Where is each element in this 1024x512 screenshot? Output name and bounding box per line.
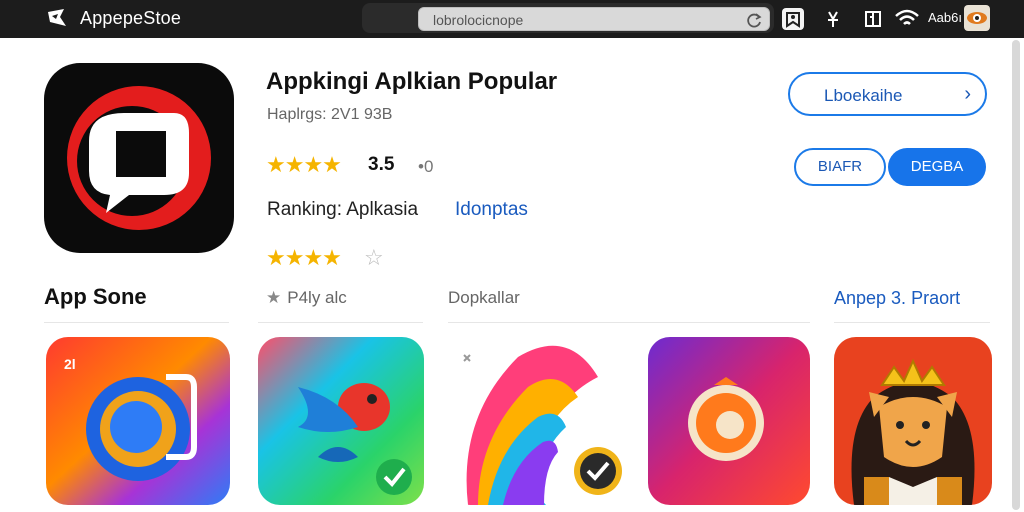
section-rating-filter[interactable]: ★ P4ly alc <box>266 288 347 308</box>
app-title: AppepeStoe <box>80 8 182 28</box>
open-button-label: Lboekaihe <box>824 86 903 105</box>
tile-bird-app[interactable] <box>258 337 424 505</box>
pin-icon[interactable] <box>822 8 844 30</box>
feather-app-icon <box>448 337 624 505</box>
divider <box>448 322 810 323</box>
open-button[interactable]: Lboekaihe › <box>788 72 987 116</box>
ranking-link[interactable]: Idonptas <box>455 199 528 221</box>
avatar[interactable] <box>964 5 990 31</box>
rating-suffix: •0 <box>418 157 434 176</box>
account-label[interactable]: Aab6ı <box>928 10 962 25</box>
top-bar: AppepeStoe lobrolocicnope Aab6ı <box>0 0 1024 38</box>
section-title: App Sone <box>44 284 147 309</box>
section-rating-text: P4ly alc <box>287 288 347 307</box>
chat-bubble-icon <box>67 86 211 230</box>
book-icon[interactable] <box>862 8 884 30</box>
save-icon[interactable] <box>782 8 804 30</box>
tile-feather-app[interactable] <box>448 337 624 505</box>
secondary-button[interactable]: BIAFR <box>794 148 886 186</box>
address-bar[interactable]: lobrolocicnope <box>418 7 770 31</box>
scrollbar[interactable] <box>1012 40 1020 510</box>
rating-stars: ★★★★ <box>266 152 342 177</box>
chat-app-icon: 2l <box>46 337 230 505</box>
ranking-label: Ranking: Aplkasia <box>267 199 419 220</box>
tile-chat-app[interactable]: 2l <box>46 337 230 505</box>
divider <box>834 322 990 323</box>
section-see-all-link[interactable]: Anpep 3. Praort <box>834 288 960 309</box>
address-text: lobrolocicnope <box>433 12 524 28</box>
app-size: Haplrgs: 2V1 93B <box>267 106 393 123</box>
rating-value: 3.5 <box>368 154 395 175</box>
ring-app-icon <box>648 337 810 505</box>
store-logo-icon[interactable] <box>46 8 68 28</box>
half-star-icon: ☆ <box>364 245 384 270</box>
divider <box>258 322 423 323</box>
tile-lion-app[interactable] <box>834 337 992 505</box>
tile-badge: 2l <box>64 356 76 372</box>
tile-ring-app[interactable] <box>648 337 810 505</box>
divider <box>44 322 229 323</box>
section-category[interactable]: Dopkallar <box>448 288 520 308</box>
app-icon <box>44 63 234 253</box>
get-button[interactable]: DEGBA <box>888 148 986 186</box>
secondary-rating-stars: ★★★★ <box>266 245 342 270</box>
chevron-right-icon: › <box>964 83 971 105</box>
bird-app-icon <box>258 337 424 505</box>
reload-icon[interactable] <box>745 11 763 29</box>
star-icon: ★ <box>266 288 282 307</box>
lion-app-icon <box>834 337 992 505</box>
app-name: Appkingi Aplkian Popular <box>266 68 558 95</box>
avatar-eye-icon <box>967 12 987 24</box>
wifi-icon <box>895 9 919 25</box>
